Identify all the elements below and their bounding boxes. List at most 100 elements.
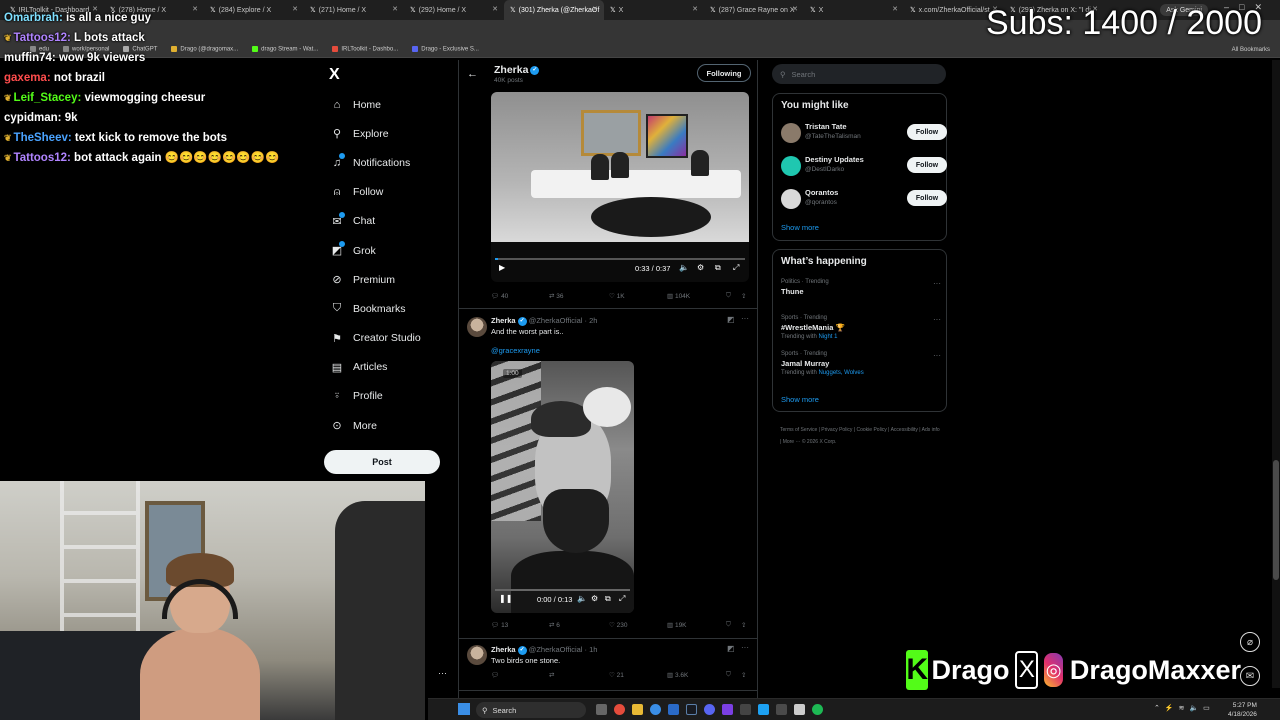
suggested-user[interactable]: Tristan Tate @TateTheTalisman Follow [781, 121, 947, 145]
browser-tab[interactable]: 𝕏 (287) Grace Rayne on X ✕ [704, 0, 804, 20]
nav-item-profile[interactable]: ⍤ Profile [329, 382, 421, 411]
tweet[interactable] [459, 690, 757, 698]
pip-icon[interactable]: ⧉ [715, 263, 721, 273]
messages-float-icon[interactable]: ✉ [1240, 666, 1260, 686]
like-button[interactable]: ♡ 230 [609, 621, 628, 629]
pause-icon[interactable]: ❚❚ [499, 594, 512, 603]
task-view-icon[interactable] [596, 704, 607, 715]
clock[interactable]: 5:27 PM 4/18/2026 [1228, 701, 1257, 719]
back-arrow-icon[interactable]: ← [467, 68, 478, 80]
repost-button[interactable]: ⇄ [549, 671, 554, 679]
settings-icon[interactable]: ⚙ [697, 263, 704, 272]
nav-item-premium[interactable]: ⊘ Premium [329, 265, 421, 294]
chat-username[interactable]: Leif_Stacey: [14, 92, 82, 104]
follow-button[interactable]: Follow [907, 190, 947, 206]
nav-item-bookmarks[interactable]: ⛉ Bookmarks [329, 294, 421, 323]
more-options-icon[interactable]: ··· [933, 315, 941, 324]
play-icon[interactable]: ▶ [499, 263, 505, 272]
chat-username[interactable]: muffin74: [4, 52, 56, 64]
account-menu-dots[interactable]: ··· [438, 668, 447, 678]
nav-item-notifications[interactable]: ♫ Notifications [329, 148, 421, 177]
more-options-icon[interactable]: ··· [933, 351, 941, 360]
trend-name[interactable]: Jamal Murray [781, 359, 941, 368]
app-icon[interactable] [740, 704, 751, 715]
tweet-author[interactable]: Zherka ✓ @ZherkaOfficial · 1h [491, 645, 597, 655]
tweet[interactable]: Zherka ✓ @ZherkaOfficial · 1h ◩ ··· Two b… [459, 638, 757, 690]
tab-close-icon[interactable]: ✕ [892, 5, 898, 13]
tweet[interactable]: Zherka ✓ @ZherkaOfficial · 2h ◩ ··· And t… [459, 308, 757, 638]
nav-item-more[interactable]: ⊙ More [329, 411, 421, 440]
chat-username[interactable]: cypidman: [4, 112, 62, 124]
chat-username[interactable]: Omarbrah: [4, 12, 63, 24]
tab-close-icon[interactable]: ✕ [392, 5, 398, 13]
volume-icon[interactable]: 🔈 [679, 263, 689, 272]
browser-tab[interactable]: 𝕏 X ✕ [804, 0, 904, 20]
browser-icon[interactable] [650, 704, 661, 715]
file-explorer-icon[interactable] [632, 704, 643, 715]
x-logo[interactable]: X [329, 66, 340, 84]
browser-tab[interactable]: 𝕏 (292) Home / X ✕ [404, 0, 504, 20]
tab-close-icon[interactable]: ✕ [792, 5, 798, 13]
nav-item-creator-studio[interactable]: ⚑ Creator Studio [329, 324, 421, 353]
steam-icon[interactable] [686, 704, 697, 715]
avatar[interactable] [467, 645, 487, 665]
share-icon[interactable]: ⇪ [741, 621, 746, 629]
discord-icon[interactable] [704, 704, 715, 715]
share-icon[interactable]: ⇪ [741, 292, 746, 300]
trend-related-link[interactable]: Night 1 [818, 334, 837, 340]
nav-item-grok[interactable]: ◩ Grok [329, 236, 421, 265]
trend-name[interactable]: Thune [781, 287, 941, 296]
chrome-icon[interactable] [614, 704, 625, 715]
reply-button[interactable]: 💬︎ 40 [491, 292, 508, 300]
app-icon[interactable] [776, 704, 787, 715]
trend-item[interactable]: Sports · Trending Jamal Murray Trending wi… [781, 351, 941, 376]
like-button[interactable]: ♡ 21 [609, 671, 624, 679]
volume-icon[interactable]: 🔈 [577, 594, 587, 603]
scrollbar-thumb[interactable] [1273, 460, 1279, 580]
more-options-icon[interactable]: ··· [933, 279, 941, 288]
views-button[interactable]: ▥ 104K [667, 292, 690, 300]
reply-button[interactable]: 💬︎ [491, 671, 499, 679]
post-button[interactable]: Post [324, 450, 440, 474]
grok-float-icon[interactable]: ⌀ [1240, 632, 1260, 652]
chat-username[interactable]: Tattoos12: [14, 152, 71, 164]
trend-name[interactable]: #WrestleMania 🏆 [781, 323, 941, 332]
fullscreen-icon[interactable]: ⤢ [619, 594, 625, 604]
settings-icon[interactable]: ⚙ [591, 594, 598, 603]
app-icon[interactable] [794, 704, 805, 715]
following-button[interactable]: Following [697, 64, 751, 82]
windows-start-icon[interactable] [458, 703, 470, 715]
video-player[interactable]: ▶ 0:33 / 0:37 🔈 ⚙ ⧉ ⤢ [491, 92, 749, 282]
spotify-icon[interactable] [812, 704, 823, 715]
repost-button[interactable]: ⇄ 6 [549, 621, 560, 629]
bookmark-item[interactable]: Drago - Exclusive S... [412, 46, 479, 53]
trend-item[interactable]: Politics · Trending Thune ··· [781, 279, 941, 296]
avatar[interactable] [467, 317, 487, 337]
avatar[interactable] [781, 156, 801, 176]
suggested-user-name[interactable]: Tristan Tate [805, 122, 847, 131]
footer-links[interactable]: Terms of Service | Privacy Policy | Cook… [780, 424, 940, 448]
suggested-user-name[interactable]: Destiny Updates [805, 155, 864, 164]
video-player[interactable]: 1:00 ❚❚ 0:00 / 0:13 🔈 ⚙ ⧉ ⤢ [491, 361, 634, 613]
page-scrollbar[interactable] [1272, 60, 1280, 688]
bookmark-icon[interactable]: ⛉ [726, 292, 731, 300]
browser-tab[interactable]: 𝕏 X ✕ [604, 0, 704, 20]
bookmark-icon[interactable]: ⛉ [726, 671, 731, 679]
nav-item-articles[interactable]: ▤ Articles [329, 353, 421, 382]
video-progress-bar[interactable] [495, 589, 630, 591]
like-button[interactable]: ♡ 1K [609, 292, 625, 300]
grok-icon[interactable]: ◩ [727, 315, 735, 324]
share-icon[interactable]: ⇪ [741, 671, 746, 679]
follow-button[interactable]: Follow [907, 157, 947, 173]
app-icon[interactable] [668, 704, 679, 715]
taskbar-search[interactable]: ⚲ Search [476, 702, 586, 718]
show-more-link[interactable]: Show more [781, 223, 819, 232]
tab-close-icon[interactable]: ✕ [692, 5, 698, 13]
nav-item-explore[interactable]: ⚲ Explore [329, 119, 421, 148]
follow-button[interactable]: Follow [907, 124, 947, 140]
suggested-user[interactable]: Qorantos @qorantos Follow [781, 187, 947, 211]
chat-username[interactable]: gaxema: [4, 72, 51, 84]
nav-item-follow[interactable]: ⍝ Follow [329, 178, 421, 207]
mention-link[interactable]: @gracexrayne [491, 346, 540, 355]
avatar[interactable] [781, 123, 801, 143]
